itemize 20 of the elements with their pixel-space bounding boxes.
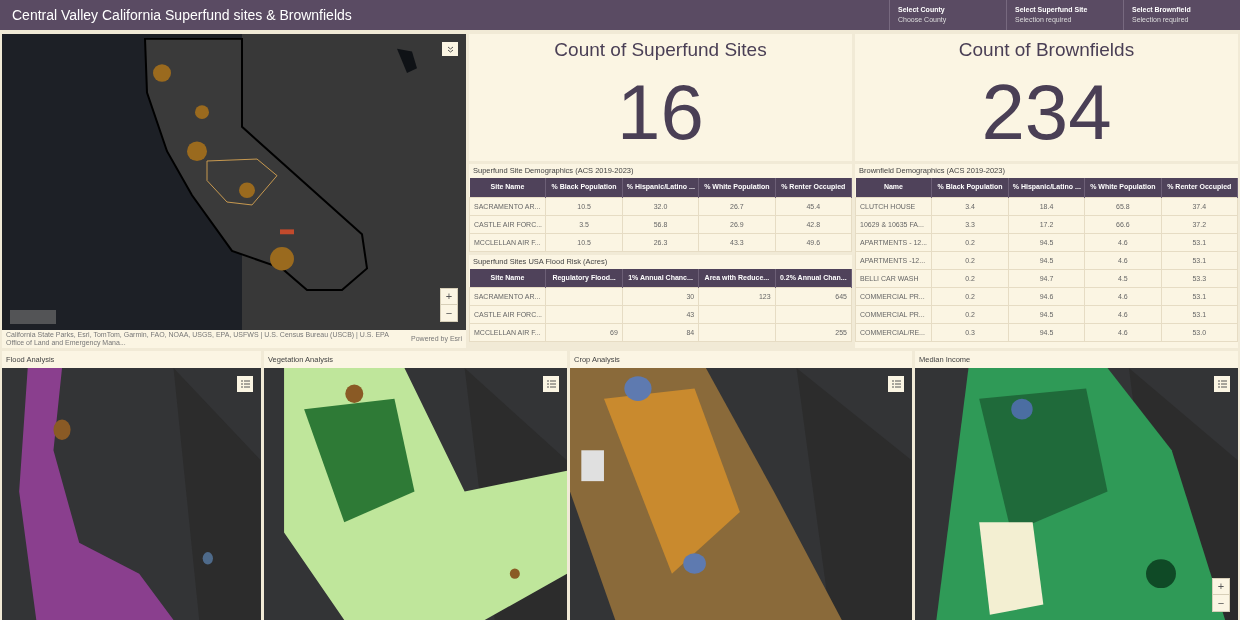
legend-button[interactable] — [543, 376, 559, 392]
zoom-in-button[interactable]: + — [1213, 579, 1229, 595]
legend-button[interactable] — [1214, 376, 1230, 392]
scale-bar — [10, 310, 56, 324]
list-icon — [1217, 380, 1227, 388]
list-icon — [546, 380, 556, 388]
zoom-out-button[interactable]: − — [1213, 595, 1229, 611]
list-icon — [240, 380, 250, 388]
count-title: Count of Superfund Sites — [554, 38, 767, 62]
zoom-in-button[interactable]: + — [441, 289, 457, 305]
legend-button[interactable] — [237, 376, 253, 392]
expand-button[interactable] — [442, 42, 458, 56]
count-title: Count of Brownfields — [958, 38, 1135, 62]
count-value: 16 — [617, 72, 704, 151]
zoom-out-button[interactable]: − — [441, 305, 457, 321]
count-value: 234 — [981, 72, 1112, 151]
legend-button[interactable] — [888, 376, 904, 392]
dashboard-title: Central Valley California Superfund sites & Brownfields — [11, 5, 353, 25]
chevron-down-icon — [446, 45, 454, 53]
list-icon — [891, 380, 901, 388]
